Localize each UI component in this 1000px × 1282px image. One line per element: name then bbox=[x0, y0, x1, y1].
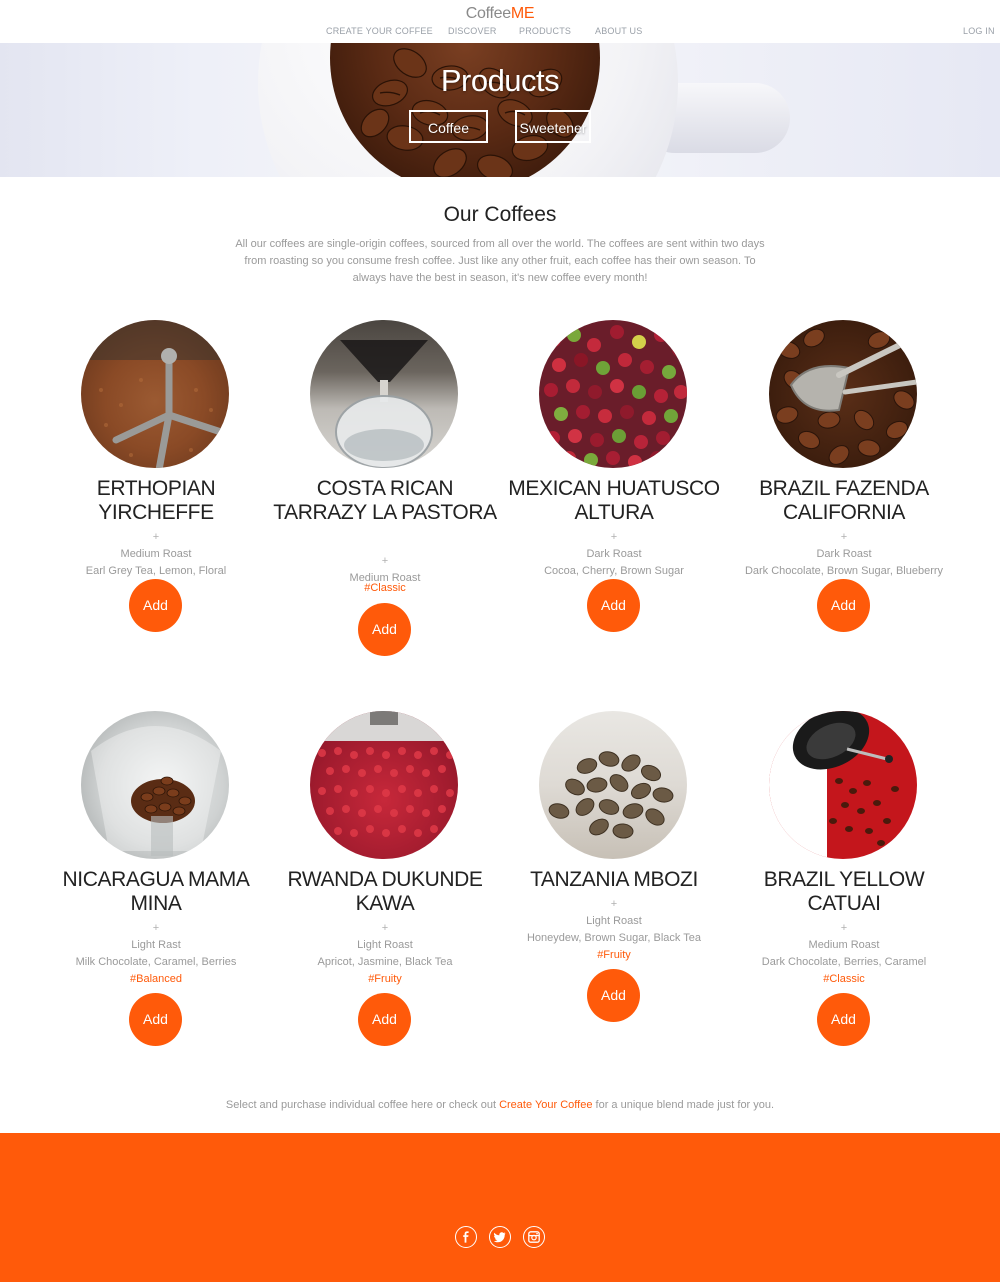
nav-create-your-coffee[interactable]: CREATE YOUR COFFEE bbox=[326, 26, 433, 36]
add-button[interactable]: Add bbox=[358, 603, 411, 656]
footnote: Select and purchase individual coffee he… bbox=[0, 1099, 1000, 1111]
product-photo bbox=[81, 320, 229, 468]
product-name: RWANDA DUKUNDE KAWA bbox=[287, 868, 483, 915]
divider-plus: + bbox=[840, 922, 848, 934]
product-tag[interactable]: #Classic bbox=[270, 582, 500, 594]
divider-plus: + bbox=[610, 531, 618, 543]
product-tag[interactable]: #Fruity bbox=[499, 949, 729, 961]
product-notes: Cocoa, Cherry, Brown Sugar bbox=[544, 565, 684, 577]
product-notes: Dark Chocolate, Berries, Caramel bbox=[761, 956, 927, 968]
divider-plus: + bbox=[840, 531, 848, 543]
product-notes: Milk Chocolate, Caramel, Berries bbox=[75, 956, 237, 968]
product-tag[interactable]: #Fruity bbox=[270, 973, 500, 985]
product-photo bbox=[539, 320, 687, 468]
divider-plus: + bbox=[381, 922, 389, 934]
product-name: MEXICAN HUATUSCO ALTURA bbox=[508, 477, 720, 524]
product-name: COSTA RICAN TARRAZY LA PASTORA bbox=[273, 477, 497, 524]
product-photo bbox=[310, 320, 458, 468]
nav-about-us[interactable]: ABOUT US bbox=[595, 26, 642, 36]
add-button[interactable]: Add bbox=[129, 993, 182, 1046]
divider-plus: + bbox=[152, 531, 160, 543]
page-title: Products bbox=[440, 63, 560, 98]
product-roast: Medium Roast bbox=[808, 939, 880, 951]
coffee-filter-button[interactable]: Coffee bbox=[409, 110, 488, 143]
product-roast: Dark Roast bbox=[586, 548, 642, 560]
product-notes: Dark Chocolate, Brown Sugar, Blueberry bbox=[744, 565, 944, 577]
product-roast: Light Roast bbox=[357, 939, 413, 951]
brand-accent: ME bbox=[510, 5, 535, 22]
brand-prefix: Coffee bbox=[465, 5, 511, 22]
add-button[interactable]: Add bbox=[587, 579, 640, 632]
product-photo bbox=[769, 320, 917, 468]
product-tag[interactable]: #Classic bbox=[729, 973, 959, 985]
footer bbox=[0, 1133, 1000, 1282]
create-your-coffee-link[interactable]: Create Your Coffee bbox=[499, 1099, 592, 1111]
facebook-icon[interactable] bbox=[455, 1226, 477, 1248]
footnote-before: Select and purchase individual coffee he… bbox=[225, 1099, 497, 1111]
product-notes: Honeydew, Brown Sugar, Black Tea bbox=[526, 932, 702, 944]
nav-links: CREATE YOUR COFFEE DISCOVER PRODUCTS ABO… bbox=[0, 26, 1000, 40]
product-name: TANZANIA MBOZI bbox=[530, 868, 698, 891]
hero-banner: Products Coffee Sweetener bbox=[0, 43, 1000, 177]
product-photo bbox=[81, 711, 229, 859]
product-roast: Dark Roast bbox=[816, 548, 872, 560]
add-button[interactable]: Add bbox=[817, 993, 870, 1046]
intro-text: All our coffees are single-origin coffee… bbox=[235, 238, 765, 284]
divider-plus: + bbox=[152, 922, 160, 934]
divider-plus: + bbox=[610, 898, 618, 910]
nav-products[interactable]: PRODUCTS bbox=[519, 26, 571, 36]
product-roast: Medium Roast bbox=[120, 548, 192, 560]
product-roast: Light Roast bbox=[586, 915, 642, 927]
product-tag[interactable]: #Balanced bbox=[41, 973, 271, 985]
product-notes: Earl Grey Tea, Lemon, Floral bbox=[85, 565, 227, 577]
product-photo bbox=[769, 711, 917, 859]
section-title: Our Coffees bbox=[443, 203, 557, 226]
product-notes: Apricot, Jasmine, Black Tea bbox=[317, 956, 453, 968]
add-button[interactable]: Add bbox=[587, 969, 640, 1022]
product-photo bbox=[310, 711, 458, 859]
product-name: BRAZIL FAZENDA CALIFORNIA bbox=[759, 477, 929, 524]
add-button[interactable]: Add bbox=[358, 993, 411, 1046]
add-button[interactable]: Add bbox=[129, 579, 182, 632]
product-roast: Light Rast bbox=[131, 939, 181, 951]
footnote-after: for a unique blend made just for you. bbox=[595, 1099, 775, 1111]
sweetener-filter-button[interactable]: Sweetener bbox=[515, 110, 591, 143]
product-photo bbox=[539, 711, 687, 859]
top-nav: CoffeeME CREATE YOUR COFFEE DISCOVER PRO… bbox=[0, 0, 1000, 43]
brand-logo[interactable]: CoffeeME bbox=[0, 5, 1000, 23]
add-button[interactable]: Add bbox=[817, 579, 870, 632]
instagram-icon[interactable] bbox=[523, 1226, 545, 1248]
product-name: NICARAGUA MAMA MINA bbox=[62, 868, 250, 915]
product-name: ERTHOPIAN YIRCHEFFE bbox=[96, 477, 216, 524]
divider-plus: + bbox=[381, 555, 389, 567]
product-name: BRAZIL YELLOW CATUAI bbox=[763, 868, 925, 915]
nav-discover[interactable]: DISCOVER bbox=[448, 26, 497, 36]
login-link[interactable]: LOG IN bbox=[963, 26, 995, 36]
twitter-icon[interactable] bbox=[489, 1226, 511, 1248]
